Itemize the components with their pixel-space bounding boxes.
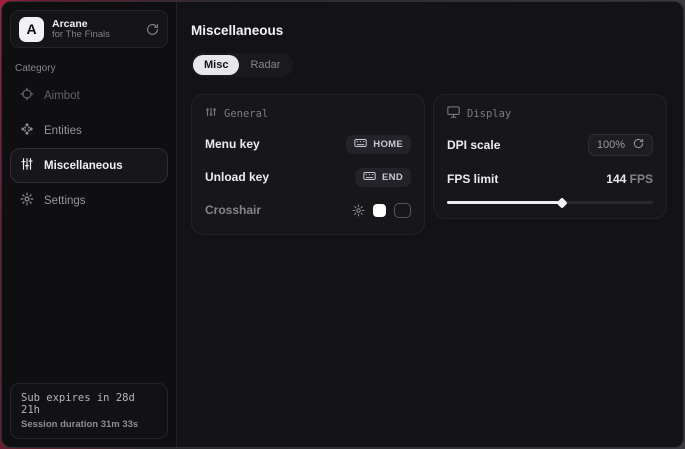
menu-key-label: Menu key (205, 137, 260, 151)
session-duration-text: Session duration 31m 33s (21, 419, 157, 430)
sidebar-item-entities[interactable]: Entities (10, 113, 168, 148)
brand-card: A Arcane for The Finals (10, 10, 168, 48)
sidebar-nav: Aimbot Entities Miscellaneous (10, 78, 168, 218)
sliders-icon (20, 157, 34, 174)
menu-key-bind-button[interactable]: HOME (346, 135, 411, 154)
menu-key-value: HOME (373, 139, 403, 150)
crosshair-color-swatch[interactable] (373, 204, 386, 217)
sidebar-item-aimbot[interactable]: Aimbot (10, 78, 168, 113)
sync-icon[interactable] (146, 23, 159, 36)
sub-expires-text: Sub expires in 28d 21h (21, 392, 157, 416)
brand-subtitle: for The Finals (52, 30, 110, 41)
main-panel: Miscellaneous Misc Radar General Menu ke… (177, 2, 683, 447)
unload-key-value: END (382, 172, 403, 183)
crosshair-label: Crosshair (205, 203, 261, 217)
app-window: A Arcane for The Finals Category Aimbot (1, 1, 684, 448)
refresh-icon[interactable] (633, 138, 644, 152)
entities-icon (20, 122, 34, 139)
tab-misc[interactable]: Misc (193, 55, 239, 75)
tab-bar: Misc Radar (191, 53, 293, 77)
menu-key-row: Menu key HOME (205, 134, 411, 154)
brand-text: Arcane for The Finals (52, 18, 110, 41)
unload-key-row: Unload key END (205, 167, 411, 187)
crosshair-enable-checkbox[interactable] (394, 203, 411, 218)
display-card-title: Display (467, 108, 511, 120)
sidebar-item-label: Settings (44, 195, 86, 207)
sidebar: A Arcane for The Finals Category Aimbot (2, 2, 177, 447)
fps-limit-slider[interactable] (447, 201, 653, 204)
sidebar-item-label: Entities (44, 125, 82, 137)
fps-limit-value: 144 FPS (606, 172, 653, 186)
fps-limit-row: FPS limit 144 FPS (447, 169, 653, 189)
monitor-icon (447, 106, 460, 121)
fps-slider-thumb[interactable] (557, 197, 568, 208)
dpi-scale-label: DPI scale (447, 138, 500, 152)
crosshair-settings-gear-icon[interactable] (352, 204, 365, 217)
subscription-info-box: Sub expires in 28d 21h Session duration … (10, 383, 168, 439)
fps-slider-fill (447, 201, 562, 204)
tab-radar[interactable]: Radar (239, 55, 291, 75)
display-card-header: Display (447, 106, 653, 121)
sidebar-item-settings[interactable]: Settings (10, 183, 168, 218)
gear-icon (20, 192, 34, 209)
unload-key-label: Unload key (205, 170, 269, 184)
fps-unit: FPS (626, 172, 653, 186)
keyboard-icon (354, 138, 367, 151)
sidebar-item-label: Miscellaneous (44, 160, 123, 172)
general-card-title: General (224, 108, 268, 120)
dpi-scale-row: DPI scale 100% (447, 134, 653, 156)
unload-key-bind-button[interactable]: END (355, 168, 411, 187)
sidebar-item-miscellaneous[interactable]: Miscellaneous (10, 148, 168, 183)
crosshair-controls (352, 203, 411, 218)
crosshair-icon (20, 87, 34, 104)
general-card-header: General (205, 106, 411, 121)
category-label: Category (15, 63, 168, 74)
fps-limit-label: FPS limit (447, 172, 498, 186)
brand-logo: A (19, 17, 44, 42)
keyboard-icon (363, 171, 376, 184)
dpi-scale-value: 100% (597, 139, 625, 151)
page-title: Miscellaneous (191, 23, 667, 38)
brand-title: Arcane (52, 18, 110, 30)
display-card: Display DPI scale 100% FPS limit (433, 94, 667, 219)
cards-row: General Menu key HOME Unload key (191, 94, 667, 235)
dpi-scale-control[interactable]: 100% (588, 134, 653, 156)
sliders-small-icon (205, 106, 217, 121)
sidebar-item-label: Aimbot (44, 90, 80, 102)
crosshair-row: Crosshair (205, 200, 411, 220)
general-card: General Menu key HOME Unload key (191, 94, 425, 235)
